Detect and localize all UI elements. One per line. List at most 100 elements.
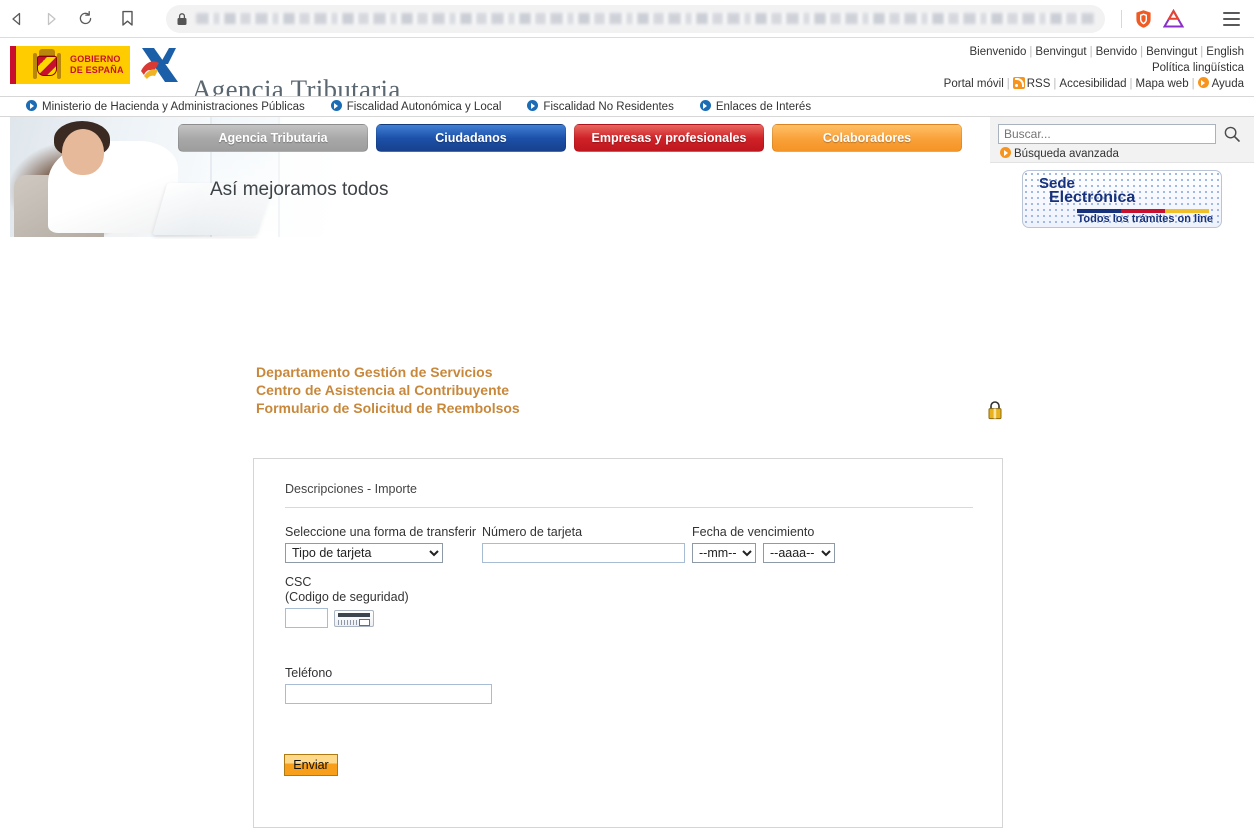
- card-signature-strip: [338, 619, 358, 625]
- form-heading-line1: Departamento Gestión de Servicios: [256, 364, 493, 380]
- gov-logo-text: GOBIERNO DE ESPAÑA: [70, 54, 124, 76]
- advanced-search-row: Búsqueda avanzada: [990, 145, 1254, 160]
- link-separator: |: [1089, 46, 1093, 58]
- tab-ciudadanos[interactable]: Ciudadanos: [376, 124, 566, 152]
- shield-pillar-right: [57, 53, 61, 79]
- sede-line2: Electrónica: [1049, 189, 1136, 206]
- address-bar[interactable]: [166, 4, 1105, 33]
- link-separator: |: [1191, 78, 1195, 90]
- expiry-month-select[interactable]: --mm--: [692, 543, 756, 563]
- gobierno-de-espana-logo: GOBIERNO DE ESPAÑA: [10, 46, 130, 84]
- csc-input[interactable]: [285, 608, 328, 628]
- arrow-right-icon: [330, 100, 342, 111]
- lang-link-benvido[interactable]: Benvido: [1096, 46, 1138, 58]
- link-separator: |: [1053, 78, 1057, 90]
- brave-shields-icon[interactable]: [1128, 4, 1158, 34]
- phone-input[interactable]: [285, 684, 492, 704]
- tab-label: Colaboradores: [822, 131, 912, 145]
- site-header: GOBIERNO DE ESPAÑA Agencia Tributaria Bi…: [0, 38, 1254, 105]
- expiry-selects: --mm-- --aaaa--: [692, 543, 835, 563]
- submit-button[interactable]: Enviar: [284, 754, 338, 776]
- subnav-item-fiscalidad-autonomica[interactable]: Fiscalidad Autonómica y Local: [330, 100, 502, 113]
- gov-logo-line1: GOBIERNO: [70, 54, 121, 64]
- transfer-method-group: Seleccione una forma de transferir Tipo …: [285, 525, 476, 563]
- card-number-group: Número de tarjeta: [482, 525, 685, 563]
- subnav-label: Fiscalidad Autonómica y Local: [346, 101, 502, 113]
- link-separator: |: [1006, 78, 1010, 90]
- sede-line3: Todos los trámites on line: [1077, 213, 1213, 225]
- lang-link-benvingut[interactable]: Benvingut: [1035, 46, 1086, 58]
- lang-link-english[interactable]: English: [1206, 46, 1244, 58]
- tab-label: Agencia Tributaria: [218, 131, 328, 145]
- card-number-label: Número de tarjeta: [482, 525, 583, 539]
- search-input[interactable]: [998, 124, 1216, 144]
- link-separator: |: [1029, 46, 1033, 58]
- subnav-label: Enlaces de Interés: [715, 101, 812, 113]
- panel-title: Descripciones - Importe: [285, 482, 417, 496]
- ayuda-link[interactable]: Ayuda: [1212, 78, 1244, 90]
- link-separator: |: [1129, 78, 1133, 90]
- search-icon[interactable]: [1218, 123, 1246, 145]
- bookmark-icon[interactable]: [110, 2, 144, 36]
- subnav-item-ministerio[interactable]: Ministerio de Hacienda y Administracione…: [26, 100, 305, 113]
- transfer-method-select[interactable]: Tipo de tarjeta: [285, 543, 443, 563]
- toolbar-divider: [1121, 9, 1122, 28]
- expiry-year-select[interactable]: --aaaa--: [763, 543, 835, 563]
- agencia-tributaria-icon: [138, 44, 182, 86]
- csc-input-row: [285, 608, 374, 628]
- tab-label: Empresas y profesionales: [591, 131, 747, 145]
- card-cvv-highlight: [359, 618, 370, 626]
- secondary-navigation: Ministerio de Hacienda y Administracione…: [0, 96, 1254, 117]
- csc-group: CSC (Codigo de seguridad): [285, 575, 409, 628]
- policy-link-row: Política lingüística: [944, 60, 1244, 76]
- card-number-input[interactable]: [482, 543, 685, 563]
- subnav-label: Ministerio de Hacienda y Administracione…: [42, 101, 305, 113]
- tab-label: Ciudadanos: [435, 131, 507, 145]
- link-separator: |: [1200, 46, 1204, 58]
- gov-logo-line2: DE ESPAÑA: [70, 65, 124, 75]
- politica-linguistica-link[interactable]: Política lingüística: [1152, 62, 1244, 74]
- menu-line: [1222, 17, 1240, 20]
- search-panel: Búsqueda avanzada: [990, 117, 1254, 163]
- card-magnetic-stripe: [338, 612, 370, 617]
- transfer-method-label: Seleccione una forma de transferir: [285, 525, 477, 539]
- csc-sublabel: (Codigo de seguridad): [285, 590, 409, 604]
- rss-link[interactable]: RSS: [1027, 78, 1051, 90]
- form-heading-line2: Centro de Asistencia al Contribuyente: [256, 382, 510, 398]
- arrow-right-icon: [1197, 77, 1209, 88]
- extension-icon[interactable]: [1158, 4, 1188, 34]
- sede-electronica-banner[interactable]: Sede Electrónica Todos los trámites on l…: [1022, 170, 1222, 228]
- link-separator: |: [1140, 46, 1144, 58]
- tab-empresas-y-profesionales[interactable]: Empresas y profesionales: [574, 124, 764, 152]
- shield-body: [37, 56, 57, 76]
- site-lock-icon: [176, 12, 188, 26]
- form-heading-line3: Formulario de Solicitud de Reembolsos: [256, 400, 520, 416]
- arrow-right-icon: [699, 100, 711, 111]
- lang-link-bienvenido[interactable]: Bienvenido: [970, 46, 1027, 58]
- tab-agencia-tributaria[interactable]: Agencia Tributaria: [178, 124, 368, 152]
- tab-colaboradores[interactable]: Colaboradores: [772, 124, 962, 152]
- back-button[interactable]: [0, 2, 34, 36]
- mapa-web-link[interactable]: Mapa web: [1136, 78, 1189, 90]
- portal-movil-link[interactable]: Portal móvil: [944, 78, 1004, 90]
- rss-icon: [1012, 77, 1025, 89]
- shield-crown: [39, 49, 55, 56]
- accesibilidad-link[interactable]: Accesibilidad: [1059, 78, 1126, 90]
- subnav-label: Fiscalidad No Residentes: [543, 101, 674, 113]
- browser-menu-button[interactable]: [1214, 2, 1248, 36]
- lang-link-benvingut-2[interactable]: Benvingut: [1146, 46, 1197, 58]
- subnav-item-fiscalidad-no-residentes[interactable]: Fiscalidad No Residentes: [527, 100, 674, 113]
- advanced-search-link[interactable]: Búsqueda avanzada: [1014, 148, 1119, 160]
- coat-of-arms-icon: [33, 49, 61, 81]
- menu-line: [1222, 11, 1240, 14]
- subnav-item-enlaces[interactable]: Enlaces de Interés: [699, 100, 812, 113]
- page-content: GOBIERNO DE ESPAÑA Agencia Tributaria Bi…: [0, 38, 1254, 828]
- csc-label: CSC: [285, 575, 312, 589]
- reload-button[interactable]: [68, 2, 102, 36]
- arrow-right-icon: [26, 100, 37, 111]
- main-tabs: Agencia Tributaria Ciudadanos Empresas y…: [178, 124, 962, 152]
- arrow-right-icon: [527, 100, 539, 111]
- phone-group: Teléfono: [285, 666, 492, 704]
- forward-button[interactable]: [34, 2, 68, 36]
- reimbursement-form-panel: Descripciones - Importe Seleccione una f…: [253, 458, 1003, 828]
